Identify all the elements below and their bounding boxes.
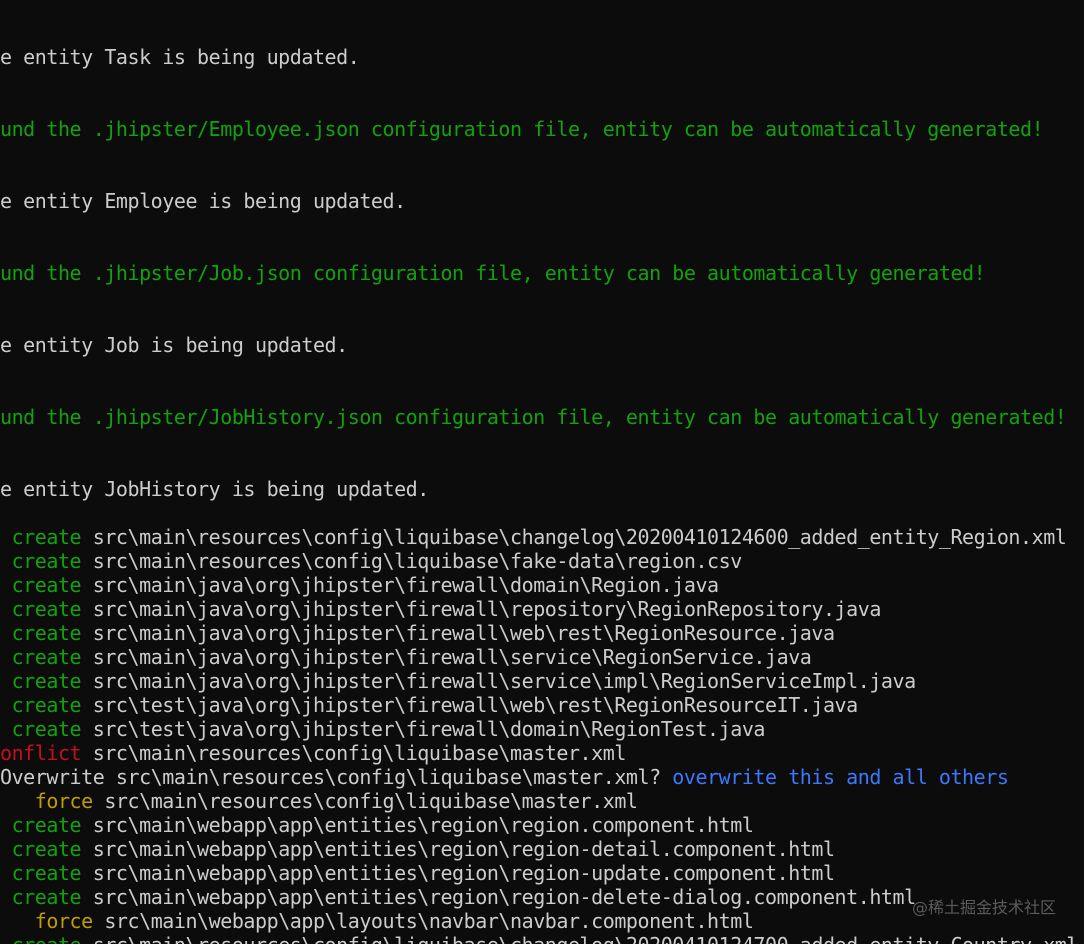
file-path: src\main\webapp\app\entities\region\regi… bbox=[92, 885, 916, 909]
file-op-line: onflict src\main\resources\config\liquib… bbox=[0, 741, 626, 765]
file-path: src\main\java\org\jhipster\firewall\serv… bbox=[92, 669, 916, 693]
file-path: src\test\java\org\jhipster\firewall\web\… bbox=[92, 693, 858, 717]
terminal-window[interactable]: e entity Task is being updated. und the … bbox=[0, 0, 1084, 944]
file-path: src\main\webapp\app\entities\region\regi… bbox=[92, 813, 754, 837]
force-status: force bbox=[0, 909, 105, 933]
jobhistory-config-found-line: und the .jhipster/JobHistory.json config… bbox=[0, 405, 1067, 429]
file-path: src\main\resources\config\liquibase\chan… bbox=[92, 525, 1067, 549]
file-path: src\main\resources\config\liquibase\mast… bbox=[104, 789, 638, 813]
file-op-line: create src\main\webapp\app\entities\regi… bbox=[0, 837, 835, 861]
file-op-line: force src\main\resources\config\liquibas… bbox=[0, 789, 638, 813]
overwrite-prompt-line: Overwrite src\main\resources\config\liqu… bbox=[0, 765, 1009, 789]
conflict-status: onflict bbox=[0, 741, 93, 765]
create-status: create bbox=[0, 933, 93, 944]
file-path: src\test\java\org\jhipster\firewall\doma… bbox=[92, 717, 766, 741]
create-status: create bbox=[0, 525, 93, 549]
create-status: create bbox=[0, 597, 93, 621]
create-status: create bbox=[0, 813, 93, 837]
file-op-line: create src\main\java\org\jhipster\firewa… bbox=[0, 645, 812, 669]
job-config-found-line: und the .jhipster/Job.json configuration… bbox=[0, 261, 986, 285]
create-status: create bbox=[0, 717, 93, 741]
file-op-line: create src\test\java\org\jhipster\firewa… bbox=[0, 693, 859, 717]
file-path: src\main\java\org\jhipster\firewall\web\… bbox=[92, 621, 835, 645]
force-status: force bbox=[0, 789, 105, 813]
create-status: create bbox=[0, 621, 93, 645]
jobhistory-updated-line: e entity JobHistory is being updated. bbox=[0, 477, 429, 501]
file-op-line: create src\main\resources\config\liquiba… bbox=[0, 933, 1079, 944]
file-op-line: create src\main\webapp\app\entities\regi… bbox=[0, 861, 835, 885]
create-status: create bbox=[0, 573, 93, 597]
file-path: src\main\resources\config\liquibase\mast… bbox=[92, 741, 627, 765]
file-op-line: create src\main\resources\config\liquiba… bbox=[0, 549, 743, 573]
create-status: create bbox=[0, 669, 93, 693]
file-op-line: create src\main\java\org\jhipster\firewa… bbox=[0, 573, 720, 597]
create-status: create bbox=[0, 885, 93, 909]
file-path: src\main\java\org\jhipster\firewall\serv… bbox=[92, 645, 812, 669]
watermark: @稀土掘金技术社区 bbox=[911, 898, 1056, 917]
file-path: src\main\webapp\app\entities\region\regi… bbox=[92, 861, 835, 885]
file-path: src\main\resources\config\liquibase\chan… bbox=[93, 933, 1079, 944]
employee-config-found-line: und the .jhipster/Employee.json configur… bbox=[0, 117, 1044, 141]
file-path: src\main\webapp\app\entities\region\regi… bbox=[92, 837, 835, 861]
create-status: create bbox=[0, 837, 93, 861]
file-path: src\main\webapp\app\layouts\navbar\navba… bbox=[104, 909, 754, 933]
overwrite-answer: overwrite this and all others bbox=[672, 765, 1009, 789]
file-op-line: create src\main\java\org\jhipster\firewa… bbox=[0, 621, 835, 645]
file-op-line: create src\test\java\org\jhipster\firewa… bbox=[0, 717, 766, 741]
file-op-line: create src\main\resources\config\liquiba… bbox=[0, 525, 1067, 549]
file-op-line: force src\main\webapp\app\layouts\navbar… bbox=[0, 909, 754, 933]
task-updated-line: e entity Task is being updated. bbox=[0, 45, 360, 69]
file-op-line: create src\main\java\org\jhipster\firewa… bbox=[0, 669, 917, 693]
employee-updated-line: e entity Employee is being updated. bbox=[0, 189, 406, 213]
file-path: src\main\java\org\jhipster\firewall\repo… bbox=[92, 597, 882, 621]
create-status: create bbox=[0, 645, 93, 669]
create-status: create bbox=[0, 549, 93, 573]
file-path: src\main\resources\config\liquibase\fake… bbox=[92, 549, 743, 573]
overwrite-question: Overwrite src\main\resources\config\liqu… bbox=[0, 765, 673, 789]
file-op-line: create src\main\webapp\app\entities\regi… bbox=[0, 885, 917, 909]
job-updated-line: e entity Job is being updated. bbox=[0, 333, 348, 357]
file-op-line: create src\main\java\org\jhipster\firewa… bbox=[0, 597, 882, 621]
create-status: create bbox=[0, 861, 93, 885]
file-path: src\main\java\org\jhipster\firewall\doma… bbox=[92, 573, 719, 597]
file-op-line: create src\main\webapp\app\entities\regi… bbox=[0, 813, 754, 837]
create-status: create bbox=[0, 693, 93, 717]
